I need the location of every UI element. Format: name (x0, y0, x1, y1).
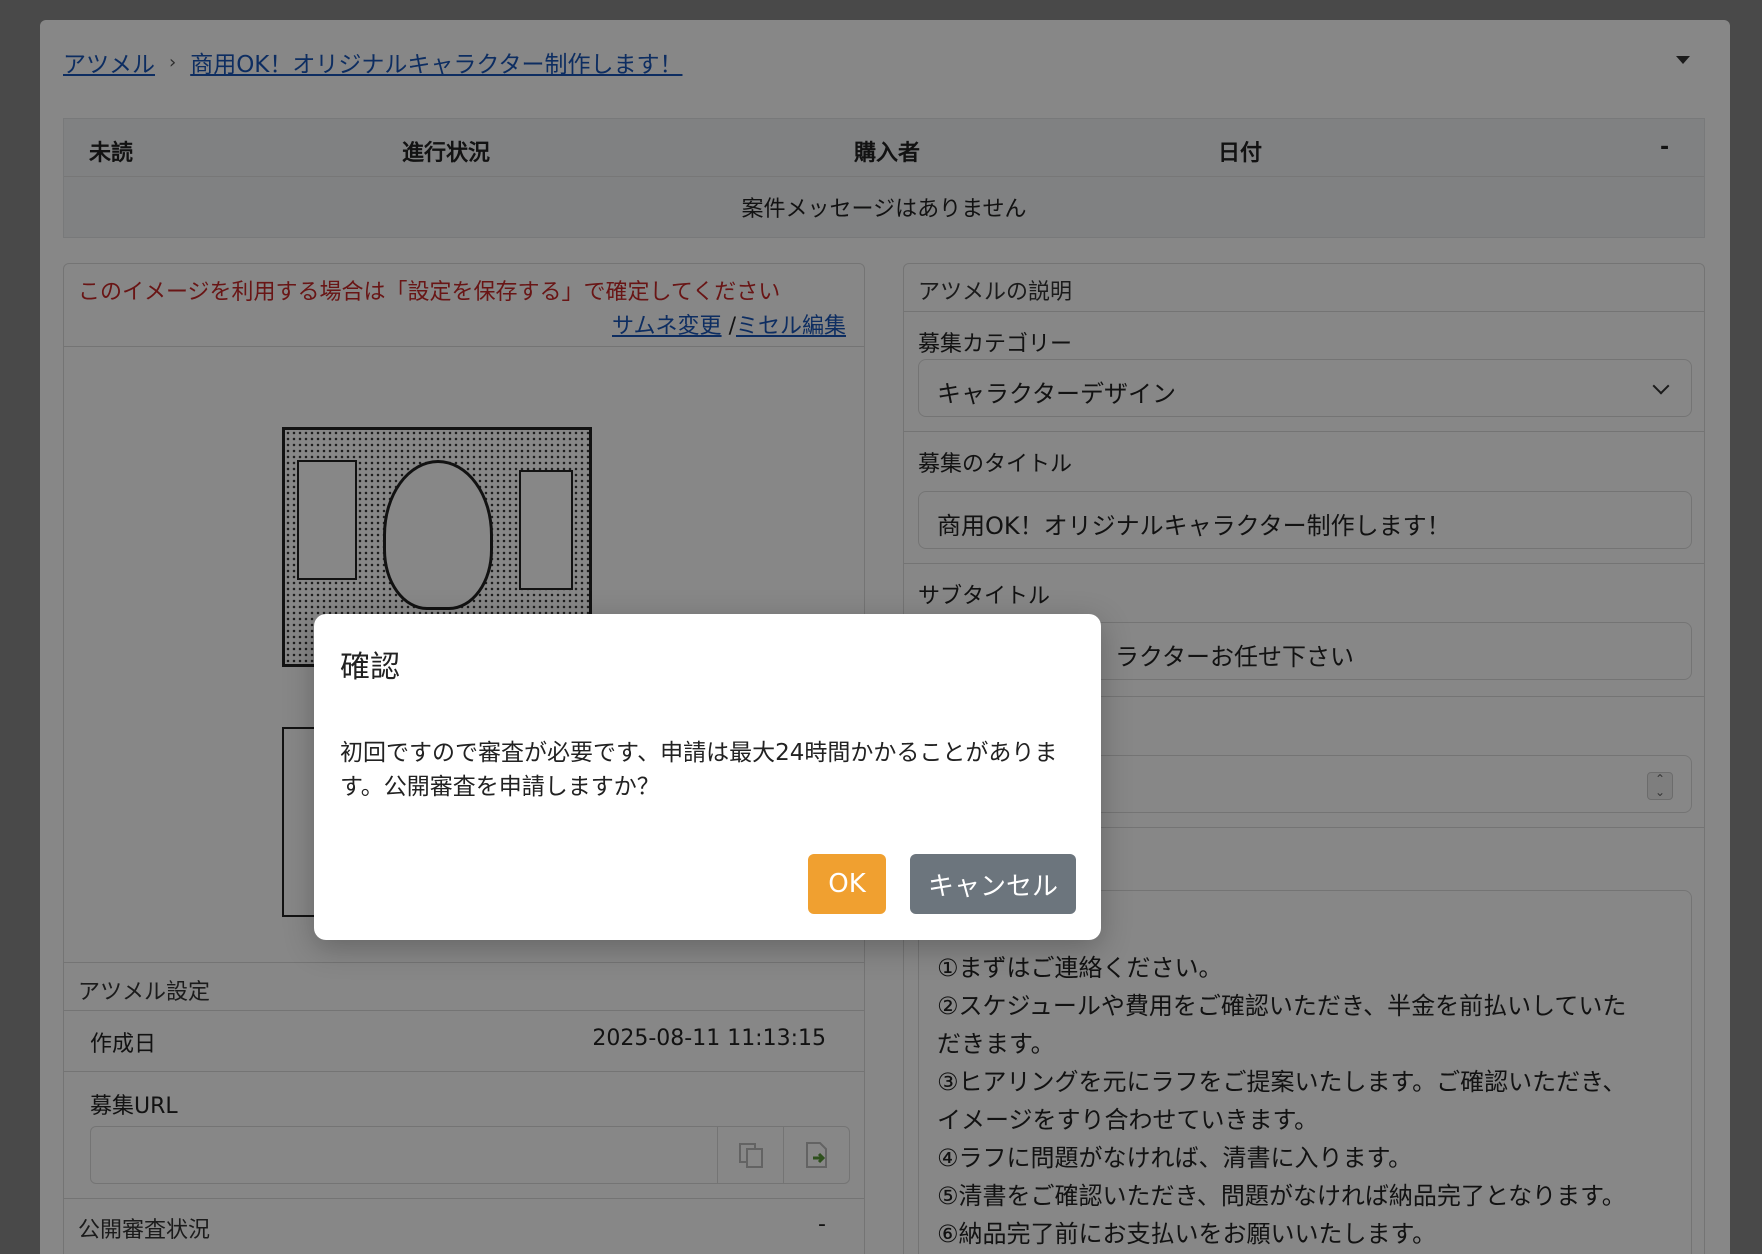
cancel-button[interactable]: キャンセル (910, 854, 1076, 914)
ok-button[interactable]: OK (808, 854, 886, 914)
confirm-dialog: 確認 初回ですので審査が必要です、申請は最大24時間かかることがあります。公開審… (314, 614, 1101, 940)
dialog-title: 確認 (340, 650, 400, 685)
dialog-message: 初回ですので審査が必要です、申請は最大24時間かかることがあります。公開審査を申… (340, 740, 1058, 800)
